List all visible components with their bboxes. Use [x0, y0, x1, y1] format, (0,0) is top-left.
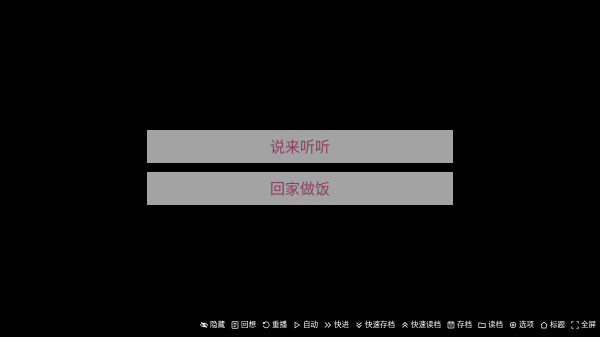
quick-menu-label: 自动	[303, 320, 318, 330]
quick-menu-load[interactable]: 读档	[478, 321, 503, 329]
save-icon	[447, 321, 455, 329]
quick-menu-options[interactable]: 选项	[509, 321, 534, 329]
quick-menu-bar: 隐藏 回想 重播 自动 快进 快速存档 快速读档 存档 读档 选项 标题 全屏	[200, 319, 596, 331]
quick-menu-label: 选项	[519, 320, 534, 330]
fast-forward-icon	[324, 321, 332, 329]
play-icon	[293, 321, 301, 329]
game-screen: 说来听听 回家做饭 隐藏 回想 重播 自动 快进 快速存档 快速读档 存档 读档…	[0, 0, 600, 337]
quick-menu-label: 回想	[241, 320, 256, 330]
quick-menu-hide[interactable]: 隐藏	[200, 321, 225, 329]
gear-icon	[509, 321, 517, 329]
quick-menu-save[interactable]: 存档	[447, 321, 472, 329]
double-chevron-down-icon	[355, 321, 363, 329]
quick-menu-label: 隐藏	[210, 320, 225, 330]
quick-menu-auto[interactable]: 自动	[293, 321, 318, 329]
quick-menu-label: 快速存档	[365, 320, 395, 330]
replay-icon	[262, 321, 270, 329]
quick-menu-title[interactable]: 标题	[540, 321, 565, 329]
quick-menu-label: 快进	[334, 320, 349, 330]
quick-menu-label: 重播	[272, 320, 287, 330]
folder-icon	[478, 321, 486, 329]
choice-button-listen[interactable]: 说来听听	[147, 130, 453, 163]
quick-menu-label: 全屏	[581, 320, 596, 330]
quick-menu-replay[interactable]: 重播	[262, 321, 287, 329]
double-chevron-up-icon	[401, 321, 409, 329]
quick-menu-label: 读档	[488, 320, 503, 330]
quick-menu-label: 存档	[457, 320, 472, 330]
quick-menu-history[interactable]: 回想	[231, 321, 256, 329]
quick-menu-quicksave[interactable]: 快速存档	[355, 321, 395, 329]
choice-button-cook[interactable]: 回家做饭	[147, 172, 453, 205]
home-icon	[540, 321, 548, 329]
book-icon	[231, 321, 239, 329]
quick-menu-label: 标题	[550, 320, 565, 330]
quick-menu-quickload[interactable]: 快速读档	[401, 321, 441, 329]
fullscreen-icon	[571, 321, 579, 329]
choice-menu: 说来听听 回家做饭	[147, 130, 453, 205]
quick-menu-skip[interactable]: 快进	[324, 321, 349, 329]
eye-off-icon	[200, 321, 208, 329]
quick-menu-fullscreen[interactable]: 全屏	[571, 321, 596, 329]
quick-menu-label: 快速读档	[411, 320, 441, 330]
